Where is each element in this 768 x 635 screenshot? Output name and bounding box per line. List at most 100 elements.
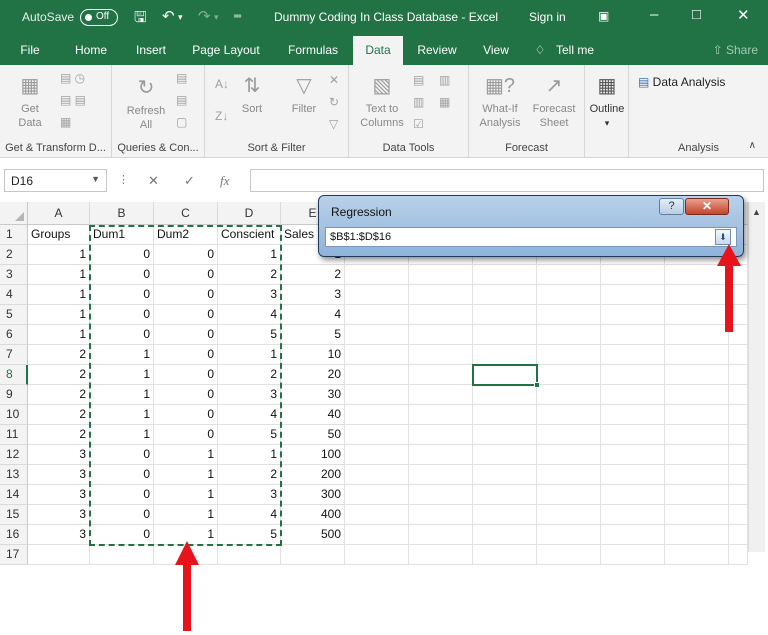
cell[interactable]: [665, 465, 729, 485]
cell[interactable]: [409, 285, 473, 305]
data-cell[interactable]: 40: [281, 405, 345, 425]
cell[interactable]: [601, 305, 665, 325]
cell[interactable]: [665, 485, 729, 505]
active-cell[interactable]: [472, 364, 540, 388]
row-header[interactable]: 1: [0, 225, 28, 245]
tab-file[interactable]: File: [8, 36, 52, 65]
data-cell[interactable]: 1: [154, 445, 218, 465]
data-cell[interactable]: 0: [90, 265, 154, 285]
tab-home[interactable]: Home: [66, 36, 116, 65]
data-cell[interactable]: 0: [154, 405, 218, 425]
cell[interactable]: [537, 345, 601, 365]
data-cell[interactable]: 0: [154, 365, 218, 385]
ribbon-display-icon[interactable]: ▣: [598, 9, 609, 23]
data-cell[interactable]: 2: [28, 425, 90, 445]
cell[interactable]: [601, 445, 665, 465]
autosave-toggle[interactable]: Off: [80, 9, 118, 26]
cell[interactable]: [473, 545, 537, 565]
data-cell[interactable]: 10: [281, 345, 345, 365]
data-cell[interactable]: 3: [28, 465, 90, 485]
data-cell[interactable]: 0: [154, 385, 218, 405]
cell[interactable]: [473, 385, 537, 405]
minimize-icon[interactable]: –: [650, 6, 658, 23]
data-cell[interactable]: 1: [28, 285, 90, 305]
data-cell[interactable]: 3: [28, 445, 90, 465]
data-cell[interactable]: 200: [281, 465, 345, 485]
cell[interactable]: [601, 385, 665, 405]
data-cell[interactable]: 2: [218, 265, 281, 285]
header-cell[interactable]: Conscient: [218, 225, 281, 245]
cell[interactable]: [729, 465, 748, 485]
tab-review[interactable]: Review: [410, 36, 464, 65]
cell[interactable]: [537, 325, 601, 345]
cell[interactable]: [409, 405, 473, 425]
tab-page-layout[interactable]: Page Layout: [186, 36, 266, 65]
properties-icon[interactable]: ▤: [176, 93, 187, 107]
cell[interactable]: [345, 445, 409, 465]
row-header[interactable]: 16: [0, 525, 28, 545]
header-cell[interactable]: Groups: [28, 225, 90, 245]
from-web-icon[interactable]: ▤ ▤: [60, 93, 86, 107]
vertical-scrollbar[interactable]: ▲: [748, 202, 765, 552]
select-all-corner[interactable]: [0, 202, 28, 225]
cell[interactable]: [345, 345, 409, 365]
refresh-all-button[interactable]: ↻ Refresh All: [120, 75, 172, 132]
cell[interactable]: [537, 425, 601, 445]
tell-me-search[interactable]: Tell me: [550, 36, 600, 65]
data-cell[interactable]: 2: [28, 405, 90, 425]
cell[interactable]: [665, 545, 729, 565]
cell[interactable]: [409, 385, 473, 405]
cell[interactable]: [729, 345, 748, 365]
column-header-a[interactable]: A: [28, 202, 90, 225]
cell[interactable]: [665, 345, 729, 365]
data-cell[interactable]: 0: [154, 305, 218, 325]
name-box[interactable]: D16 ▼: [4, 169, 107, 192]
enter-icon[interactable]: ✓: [184, 173, 195, 189]
cell[interactable]: [473, 345, 537, 365]
undo-dropdown-icon[interactable]: ▾: [178, 12, 183, 23]
data-cell[interactable]: 3: [28, 525, 90, 545]
data-cell[interactable]: 1: [218, 245, 281, 265]
customize-qat-icon[interactable]: ═: [234, 11, 241, 22]
cell[interactable]: [345, 365, 409, 385]
cell[interactable]: [601, 325, 665, 345]
data-cell[interactable]: 30: [281, 385, 345, 405]
cell[interactable]: [665, 445, 729, 465]
cell[interactable]: [601, 505, 665, 525]
data-cell[interactable]: 2: [218, 465, 281, 485]
cell[interactable]: [473, 425, 537, 445]
data-cell[interactable]: 1: [90, 385, 154, 405]
cell[interactable]: [281, 545, 345, 565]
column-header-b[interactable]: B: [90, 202, 154, 225]
data-cell[interactable]: 2: [28, 365, 90, 385]
data-cell[interactable]: 1: [28, 325, 90, 345]
expand-dialog-icon[interactable]: ⬇: [715, 229, 731, 245]
cell[interactable]: [409, 465, 473, 485]
row-header[interactable]: 10: [0, 405, 28, 425]
data-cell[interactable]: 4: [218, 305, 281, 325]
cell[interactable]: [409, 345, 473, 365]
cell[interactable]: [90, 545, 154, 565]
row-header[interactable]: 14: [0, 485, 28, 505]
cell[interactable]: [409, 485, 473, 505]
data-cell[interactable]: 0: [90, 285, 154, 305]
scroll-up-icon[interactable]: ▲: [752, 207, 761, 217]
cell[interactable]: [665, 365, 729, 385]
cell[interactable]: [409, 365, 473, 385]
data-cell[interactable]: 4: [218, 505, 281, 525]
cell[interactable]: [473, 465, 537, 485]
redo-dropdown-icon[interactable]: ▾: [214, 12, 219, 23]
data-cell[interactable]: 0: [90, 465, 154, 485]
row-header[interactable]: 8: [0, 365, 28, 385]
advanced-filter-icon[interactable]: ▽: [329, 117, 338, 131]
cell[interactable]: [345, 325, 409, 345]
data-cell[interactable]: 2: [281, 265, 345, 285]
cell[interactable]: [665, 505, 729, 525]
close-window-icon[interactable]: ✕: [737, 6, 750, 24]
cell[interactable]: [729, 525, 748, 545]
cell[interactable]: [537, 305, 601, 325]
row-header[interactable]: 12: [0, 445, 28, 465]
cell[interactable]: [729, 425, 748, 445]
data-cell[interactable]: 3: [28, 505, 90, 525]
maximize-icon[interactable]: □: [692, 6, 701, 23]
